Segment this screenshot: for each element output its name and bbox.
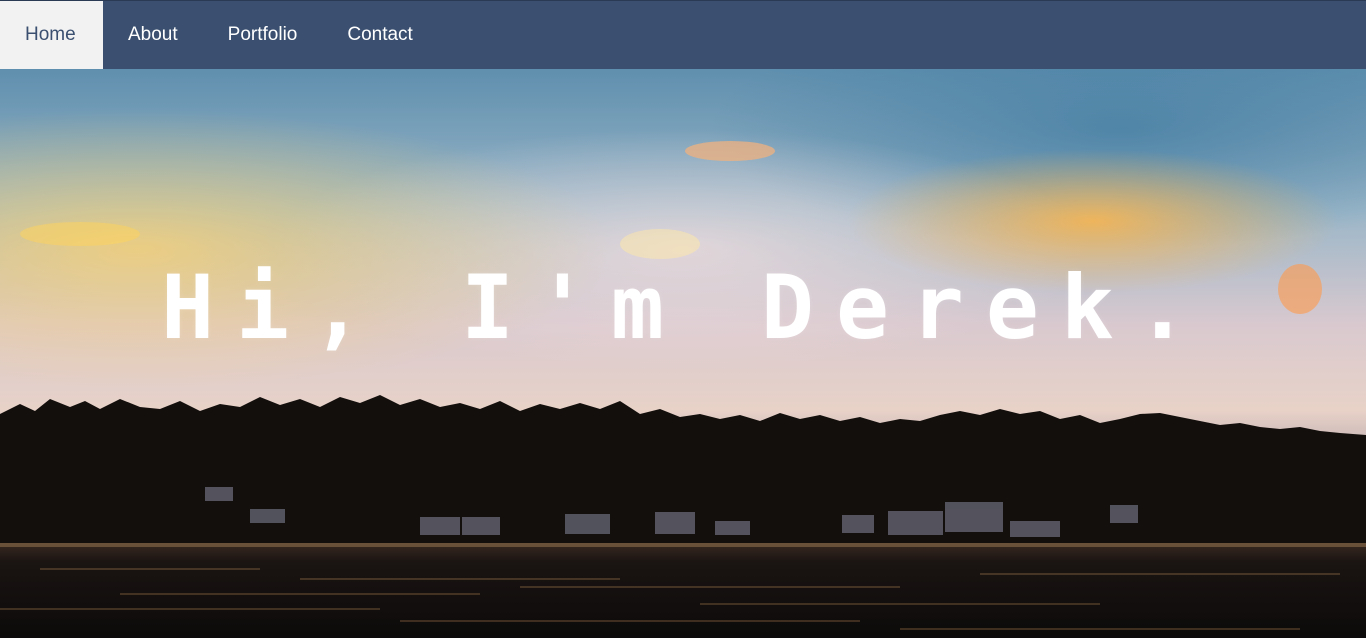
hero-title: Hi, I'm Derek. <box>161 256 1211 359</box>
nav-home-link[interactable]: Home <box>0 1 103 69</box>
nav-portfolio-link[interactable]: Portfolio <box>203 1 323 69</box>
hero-section: Hi, I'm Derek. <box>0 69 1366 638</box>
main-navbar: Home About Portfolio Contact <box>0 0 1366 69</box>
nav-about-link[interactable]: About <box>103 1 203 69</box>
nav-contact-link[interactable]: Contact <box>322 1 437 69</box>
